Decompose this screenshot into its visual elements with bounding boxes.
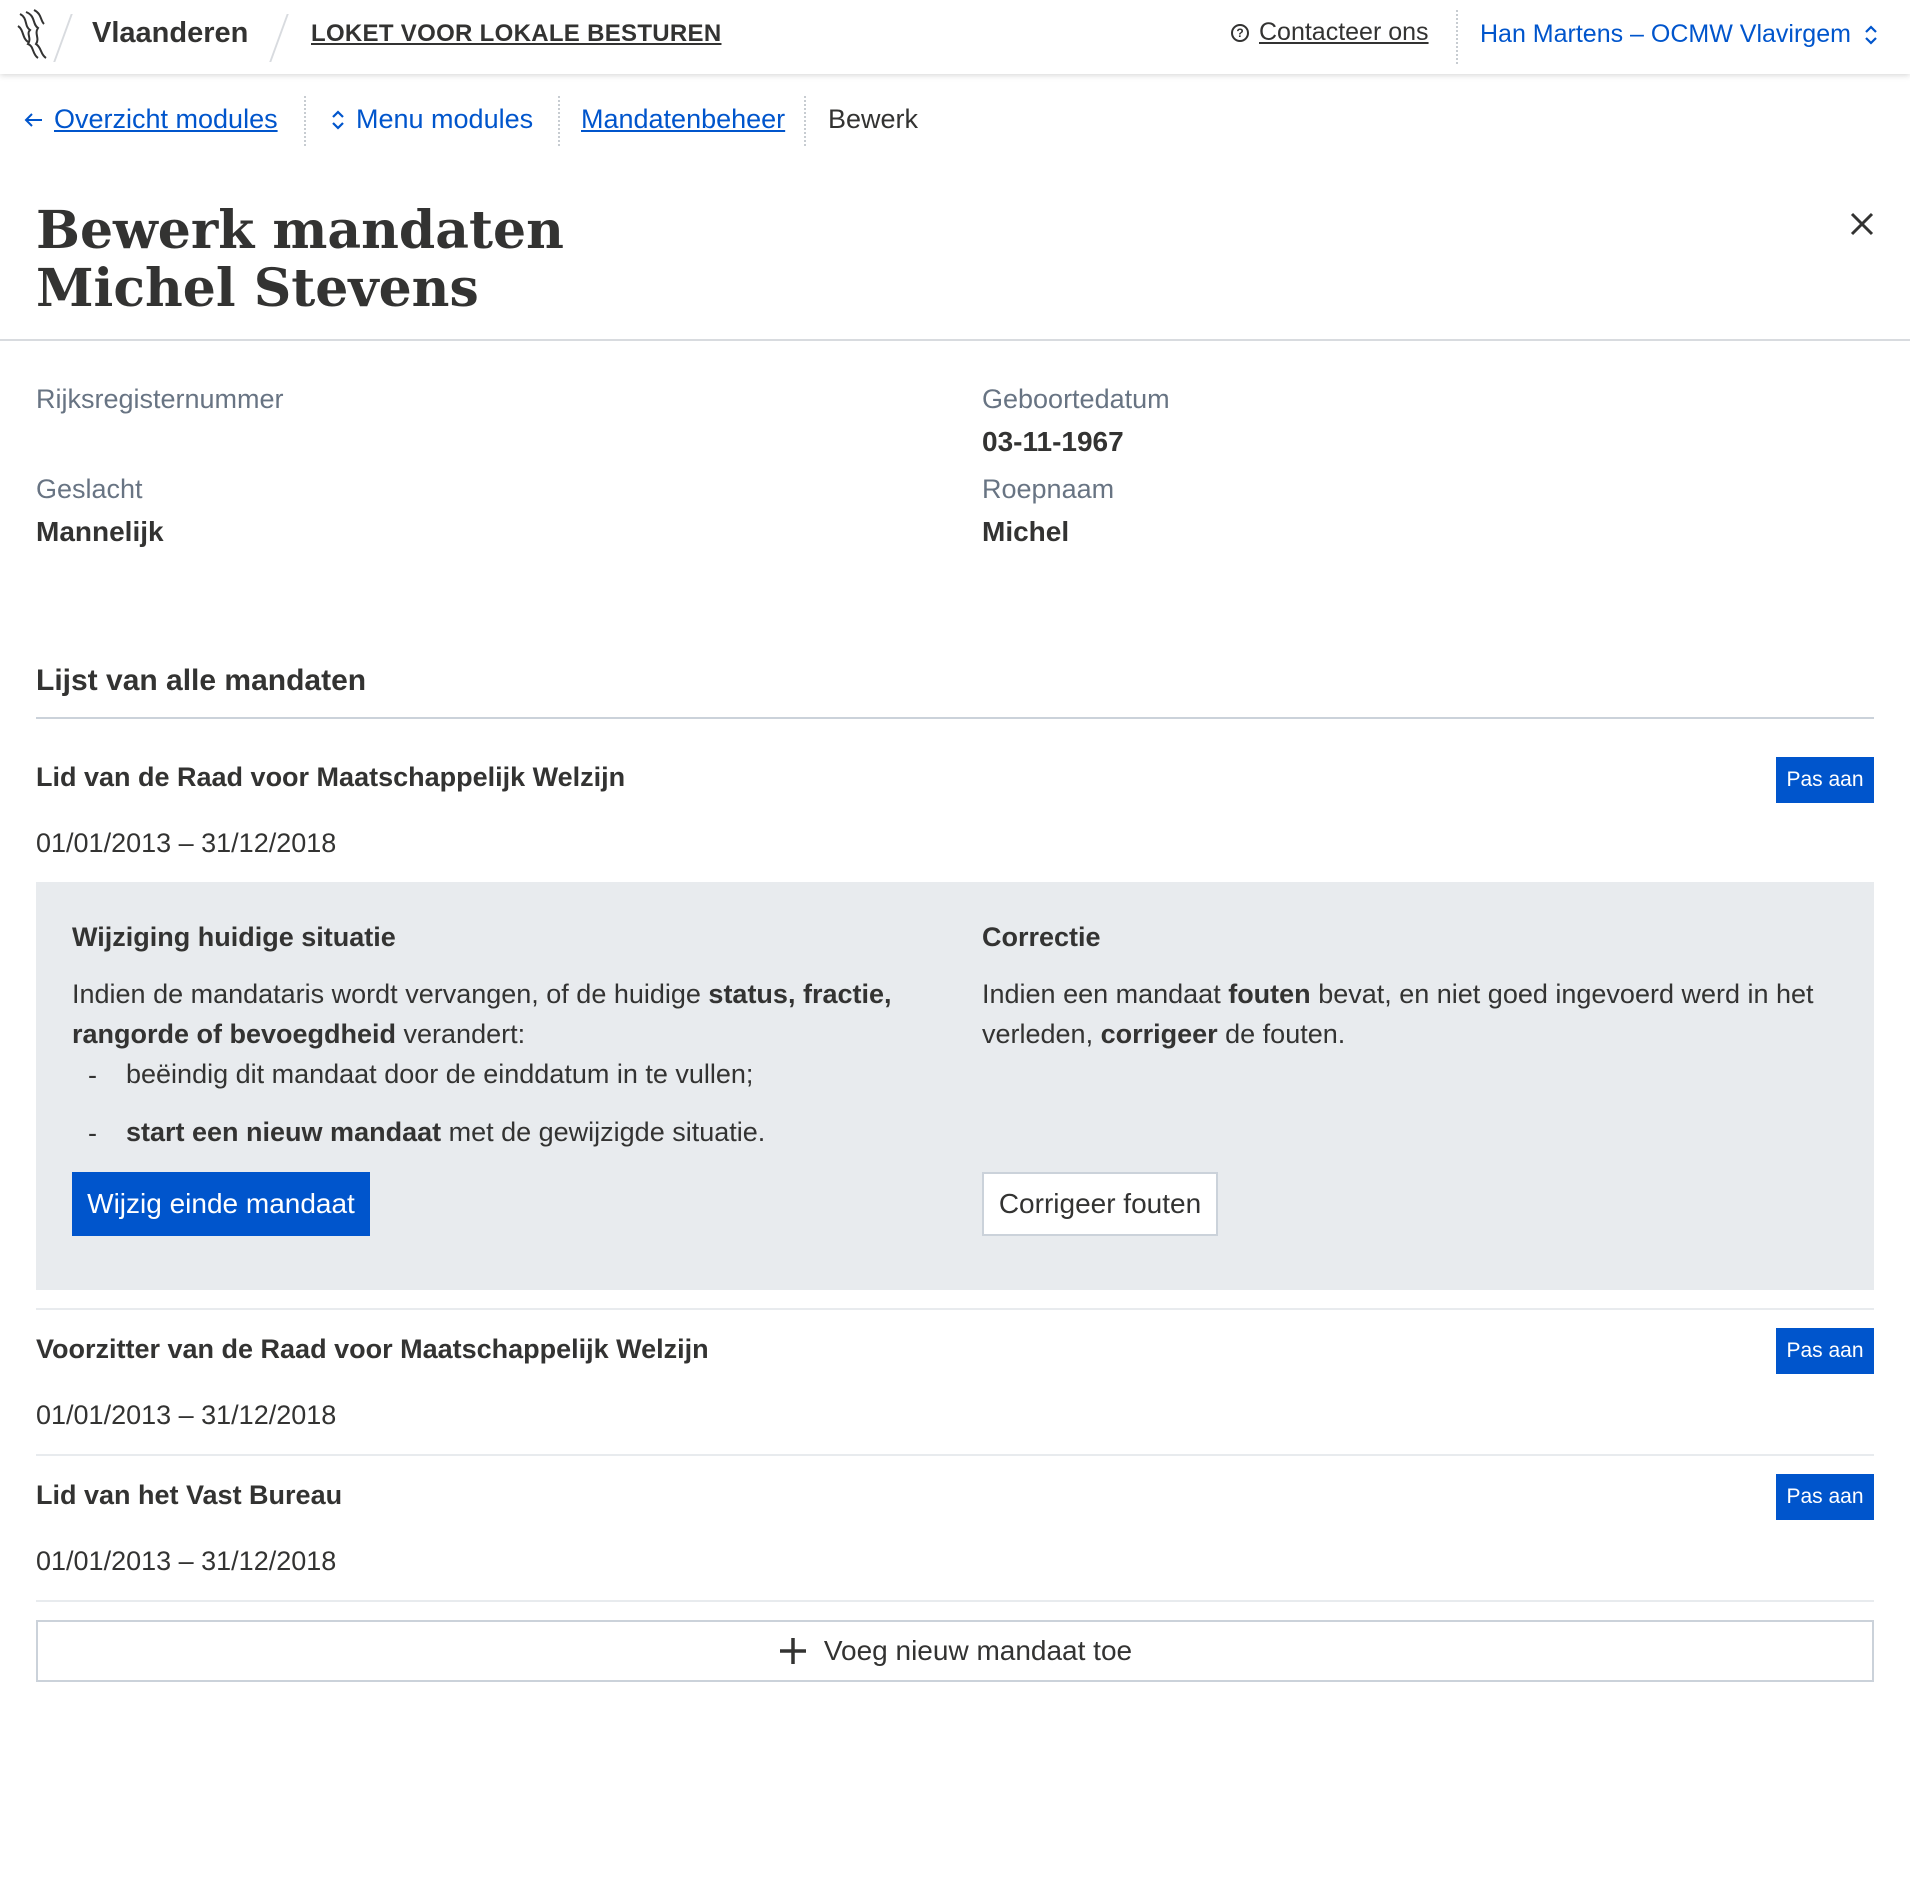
edit-mandate-button[interactable]: Pas aan (1776, 757, 1874, 803)
text-bold: corrigeer (1100, 1019, 1218, 1049)
section-divider (36, 717, 1874, 719)
breadcrumb-current-label: Bewerk (828, 104, 919, 134)
breadcrumb-menu[interactable]: Menu modules (330, 104, 533, 135)
breadcrumb: Overzicht modules Menu modules Mandatenb… (0, 96, 1910, 146)
edit-mandate-button[interactable]: Pas aan (1776, 1474, 1874, 1520)
change-situation-heading: Wijziging huidige situatie (72, 922, 396, 952)
mandate-title: Voorzitter van de Raad voor Maatschappel… (36, 1334, 709, 1364)
gender-value: Mannelijk (36, 516, 164, 547)
text-bold: fouten (1228, 979, 1311, 1009)
add-mandate-label: Voeg nieuw mandaat toe (823, 1635, 1133, 1666)
correction-text: Indien een mandaat fouten bevat, en niet… (982, 974, 1852, 1054)
text-bold: start een nieuw mandaat (126, 1117, 442, 1147)
breadcrumb-parent-label: Mandatenbeheer (581, 104, 786, 134)
top-header: Vlaanderen LOKET VOOR LOKALE BESTUREN ? … (0, 0, 1910, 74)
user-switcher[interactable]: Han Martens – OCMW Vlavirgem (1480, 20, 1879, 49)
add-mandate-button[interactable]: Voeg nieuw mandaat toe (36, 1620, 1874, 1682)
mandates-section-title: Lijst van alle mandaten (36, 664, 367, 697)
header-divider (1456, 10, 1458, 64)
chevron-up-down-icon (332, 109, 344, 130)
change-end-mandate-button[interactable]: Wijzig einde mandaat (72, 1172, 370, 1236)
change-situation-text: Indien de mandataris wordt vervangen, of… (72, 974, 952, 1054)
bullet-end-mandate: beëindig dit mandaat door de einddatum i… (126, 1059, 754, 1089)
chevron-up-down-icon (1863, 24, 1879, 46)
nickname-label: Roepnaam (982, 474, 1115, 504)
breadcrumb-divider (558, 96, 560, 146)
bullet-dash: - (88, 1060, 97, 1090)
close-icon[interactable] (1846, 208, 1878, 240)
page-title-line-1: Bewerk mandaten (36, 200, 564, 261)
birthdate-value: 03-11-1967 (982, 426, 1124, 457)
app-title-link[interactable]: LOKET VOOR LOKALE BESTUREN (311, 20, 721, 48)
arrow-left-icon (24, 112, 42, 127)
correction-heading: Correctie (982, 922, 1101, 952)
breadcrumb-divider (304, 96, 306, 146)
breadcrumb-menu-label: Menu modules (356, 104, 534, 134)
help-icon: ? (1231, 23, 1249, 42)
text-segment: verandert: (396, 1019, 526, 1049)
contact-label: Contacteer ons (1259, 18, 1429, 46)
text-segment: Indien de mandataris wordt vervangen, of… (72, 979, 709, 1009)
text-segment: Indien een mandaat (982, 979, 1229, 1009)
text-segment: de fouten. (1217, 1019, 1346, 1049)
plus-icon (779, 1638, 806, 1664)
breadcrumb-back-label: Overzicht modules (54, 104, 278, 134)
text-bold: rangorde of bevoegdheid (72, 1019, 397, 1049)
rrn-label: Rijksregisternummer (36, 384, 284, 414)
header-divider (53, 14, 73, 62)
bullet-new-mandate: start een nieuw mandaat met de gewijzigd… (126, 1112, 765, 1152)
brand-name[interactable]: Vlaanderen (92, 17, 248, 50)
text-segment: met de gewijzigde situatie. (441, 1117, 766, 1147)
breadcrumb-back[interactable]: Overzicht modules (24, 104, 278, 135)
bullet-dash: - (88, 1118, 97, 1148)
text-bold: status, fractie, (708, 979, 892, 1009)
breadcrumb-parent[interactable]: Mandatenbeheer (581, 104, 785, 135)
page-title-line-2: Michel Stevens (36, 258, 479, 319)
row-divider (36, 1308, 1874, 1310)
edit-mandate-button[interactable]: Pas aan (1776, 1328, 1874, 1374)
row-divider (36, 1600, 1874, 1602)
mandate-title: Lid van het Vast Bureau (36, 1480, 343, 1510)
title-divider (0, 339, 1910, 341)
mandate-period: 01/01/2013 – 31/12/2018 (36, 828, 337, 858)
breadcrumb-divider (804, 96, 806, 146)
birthdate-label: Geboortedatum (982, 384, 1170, 414)
mandate-period: 01/01/2013 – 31/12/2018 (36, 1400, 337, 1430)
mandate-title: Lid van de Raad voor Maatschappelijk Wel… (36, 762, 626, 792)
contact-link[interactable]: ? Contacteer ons (1231, 18, 1429, 47)
mandate-action-panel: Wijziging huidige situatie Indien de man… (36, 882, 1874, 1290)
breadcrumb-current: Bewerk (828, 104, 918, 135)
user-label: Han Martens – OCMW Vlavirgem (1480, 20, 1851, 48)
vlaanderen-lion-logo[interactable] (14, 8, 52, 64)
row-divider (36, 1454, 1874, 1456)
gender-label: Geslacht (36, 474, 143, 504)
nickname-value: Michel (982, 516, 1070, 547)
correct-errors-button[interactable]: Corrigeer fouten (982, 1172, 1218, 1236)
header-divider (269, 14, 289, 62)
page-title: Bewerk mandaten Michel Stevens (36, 202, 564, 318)
mandate-period: 01/01/2013 – 31/12/2018 (36, 1546, 337, 1576)
